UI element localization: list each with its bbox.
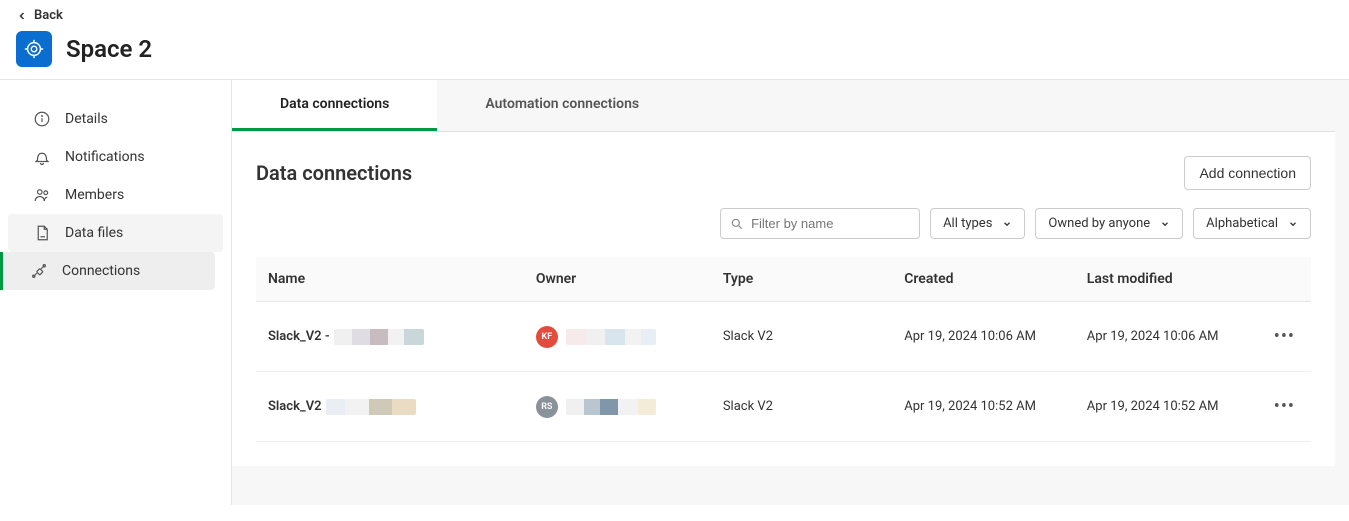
- connection-name: Slack_V2: [268, 399, 322, 414]
- owner-filter-dropdown[interactable]: Owned by anyone: [1035, 208, 1183, 239]
- tab-automation-connections[interactable]: Automation connections: [437, 80, 687, 131]
- row-actions-button[interactable]: •••: [1270, 322, 1299, 351]
- redacted-text: [566, 329, 656, 345]
- page-title: Space 2: [66, 35, 152, 63]
- type-cell: Slack V2: [711, 302, 892, 372]
- redacted-text: [566, 399, 656, 415]
- col-header-name[interactable]: Name: [256, 257, 524, 302]
- search-wrap: [720, 208, 920, 239]
- col-header-owner[interactable]: Owner: [524, 257, 711, 302]
- sidebar-item-label: Members: [65, 187, 124, 203]
- tabs: Data connections Automation connections: [232, 80, 1335, 132]
- owner-cell: KF: [536, 326, 699, 348]
- table-row[interactable]: Slack_V2 -: [256, 302, 1311, 372]
- name-cell: Slack_V2 -: [268, 329, 512, 345]
- avatar: RS: [536, 396, 558, 418]
- panel-title: Data connections: [256, 161, 412, 185]
- redacted-text: [334, 329, 424, 345]
- search-icon: [730, 217, 744, 231]
- chevron-down-icon: [1288, 219, 1298, 229]
- redacted-text: [326, 399, 416, 415]
- row-actions-button[interactable]: •••: [1270, 392, 1299, 421]
- sidebar-item-data-files[interactable]: Data files: [8, 214, 223, 252]
- connections-icon: [30, 262, 48, 280]
- modified-cell: Apr 19, 2024 10:52 AM: [1075, 372, 1258, 442]
- sidebar: Details Notifications Members Data files…: [0, 80, 232, 505]
- sidebar-item-label: Details: [65, 111, 108, 127]
- sidebar-item-connections[interactable]: Connections: [0, 252, 215, 290]
- col-header-modified[interactable]: Last modified: [1075, 257, 1258, 302]
- avatar: KF: [536, 326, 558, 348]
- sidebar-item-details[interactable]: Details: [8, 100, 223, 138]
- file-icon: [33, 224, 51, 242]
- modified-cell: Apr 19, 2024 10:06 AM: [1075, 302, 1258, 372]
- dropdown-label: Owned by anyone: [1048, 216, 1150, 231]
- type-filter-dropdown[interactable]: All types: [930, 208, 1025, 239]
- col-header-actions: [1258, 257, 1311, 302]
- sidebar-item-label: Connections: [62, 263, 140, 279]
- info-icon: [33, 110, 51, 128]
- members-icon: [33, 186, 51, 204]
- main-panel: Data connections Automation connections …: [232, 80, 1349, 505]
- panel-header: Data connections Add connection: [256, 156, 1311, 190]
- created-cell: Apr 19, 2024 10:52 AM: [892, 372, 1075, 442]
- connection-name: Slack_V2 -: [268, 329, 330, 344]
- chevron-down-icon: [1002, 219, 1012, 229]
- space-icon: [16, 31, 52, 67]
- col-header-type[interactable]: Type: [711, 257, 892, 302]
- filter-by-name-input[interactable]: [720, 208, 920, 239]
- page-header: Back Space 2: [0, 0, 1349, 80]
- sidebar-item-members[interactable]: Members: [8, 176, 223, 214]
- dropdown-label: Alphabetical: [1206, 216, 1278, 231]
- dropdown-label: All types: [943, 216, 992, 231]
- connections-table: Name Owner Type Created Last modified Sl…: [256, 257, 1311, 442]
- add-connection-button[interactable]: Add connection: [1184, 156, 1311, 190]
- created-cell: Apr 19, 2024 10:06 AM: [892, 302, 1075, 372]
- connections-panel: Data connections Add connection All type…: [232, 132, 1335, 466]
- sidebar-item-label: Notifications: [65, 149, 145, 165]
- sidebar-item-label: Data files: [65, 225, 123, 241]
- chevron-down-icon: [1160, 219, 1170, 229]
- tab-data-connections[interactable]: Data connections: [232, 80, 437, 131]
- filters-row: All types Owned by anyone Alphabetical: [256, 208, 1311, 239]
- chevron-left-icon: [16, 10, 28, 22]
- bell-icon: [33, 148, 51, 166]
- name-cell: Slack_V2: [268, 399, 512, 415]
- col-header-created[interactable]: Created: [892, 257, 1075, 302]
- sidebar-item-notifications[interactable]: Notifications: [8, 138, 223, 176]
- table-row[interactable]: Slack_V2 RS: [256, 372, 1311, 442]
- back-button[interactable]: Back: [16, 8, 1333, 23]
- type-cell: Slack V2: [711, 372, 892, 442]
- back-label: Back: [34, 8, 63, 23]
- body: Details Notifications Members Data files…: [0, 80, 1349, 505]
- sort-dropdown[interactable]: Alphabetical: [1193, 208, 1311, 239]
- title-row: Space 2: [16, 31, 1333, 67]
- owner-cell: RS: [536, 396, 699, 418]
